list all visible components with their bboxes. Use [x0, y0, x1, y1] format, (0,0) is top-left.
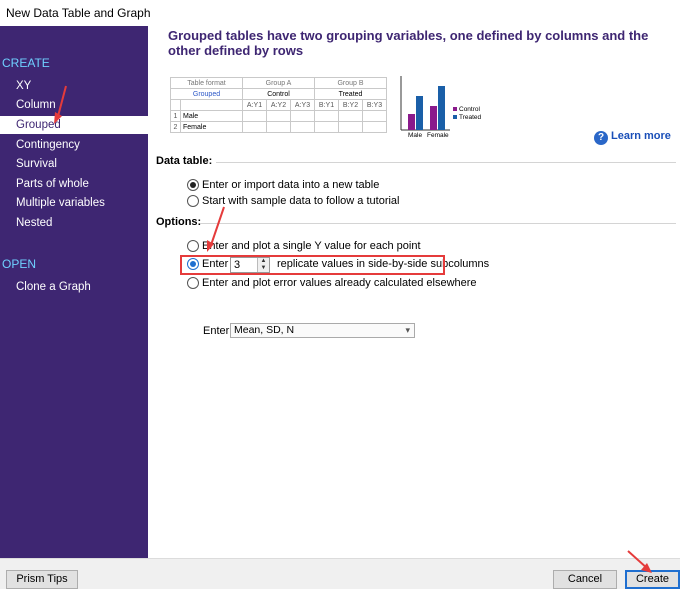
preview-group-a: Group A — [242, 77, 315, 89]
preview-table: Table format Group A Group B Grouped Con… — [170, 77, 387, 133]
sidebar-item-column[interactable]: Column — [0, 96, 148, 114]
options-label: Options: — [156, 216, 202, 228]
preview-row-num: 1 — [170, 110, 181, 122]
mini-chart: Control Treated Male Female — [400, 76, 482, 139]
legend-swatch-control — [453, 107, 457, 111]
title-bar: New Data Table and Graph — [0, 0, 680, 26]
preview-col: A:Y2 — [266, 99, 291, 111]
radio-error-values-dot[interactable] — [187, 277, 199, 289]
radio-single-y-dot[interactable] — [187, 240, 199, 252]
mini-x-label-female: Female — [427, 132, 449, 139]
preview-col: B:Y1 — [314, 99, 339, 111]
preview-group-b: Group B — [314, 77, 387, 89]
preview-col: B:Y2 — [338, 99, 363, 111]
main-panel: Grouped tables have two grouping variabl… — [148, 26, 680, 558]
preview-col: B:Y3 — [362, 99, 387, 111]
cancel-button[interactable]: Cancel — [553, 570, 617, 589]
mini-x-label-male: Male — [408, 132, 422, 139]
sidebar-item-clone-graph[interactable]: Clone a Graph — [0, 278, 148, 296]
learn-more-link[interactable]: Learn more — [611, 130, 671, 142]
create-button[interactable]: Create — [625, 570, 680, 589]
annotation-highlight-box — [180, 255, 445, 275]
preview-sub-b: Treated — [314, 88, 387, 100]
sidebar-item-parts-of-whole[interactable]: Parts of whole — [0, 175, 148, 193]
legend-treated: Treated — [459, 114, 482, 121]
chevron-down-icon: ▾ — [405, 325, 410, 335]
sidebar-item-nested[interactable]: Nested — [0, 214, 148, 232]
preview-col: A:Y3 — [290, 99, 315, 111]
page-title: Grouped tables have two grouping variabl… — [168, 28, 649, 58]
radio-sample-data-dot[interactable] — [187, 195, 199, 207]
enter-select-value: Mean, SD, N — [234, 324, 295, 336]
prism-tips-button[interactable]: Prism Tips — [6, 570, 78, 589]
legend-control: Control — [459, 106, 481, 113]
preview-row-label: Female — [180, 121, 243, 133]
enter-label: Enter: — [203, 325, 233, 337]
preview-sub-a: Control — [242, 88, 315, 100]
legend-swatch-treated — [453, 115, 457, 119]
enter-select[interactable]: Mean, SD, N ▾ — [230, 323, 415, 338]
radio-enter-import-dot[interactable] — [187, 179, 199, 191]
sidebar: CREATE XY Column Grouped Contingency Sur… — [0, 26, 148, 558]
mini-bar-male-control — [408, 114, 415, 130]
data-table-label: Data table: — [156, 155, 213, 167]
preview-format-label: Table format — [170, 77, 243, 89]
mini-bar-male-treated — [416, 96, 423, 130]
preview-row-num: 2 — [170, 121, 181, 133]
divider — [200, 223, 676, 224]
preview-row-label: Male — [180, 110, 243, 122]
divider — [216, 162, 676, 163]
sidebar-item-contingency[interactable]: Contingency — [0, 136, 148, 154]
sidebar-item-grouped[interactable]: Grouped — [0, 116, 148, 134]
footer-bar: Prism Tips Cancel Create — [0, 558, 680, 589]
preview-format-value: Grouped — [170, 88, 243, 100]
mini-bar-female-treated — [438, 86, 445, 130]
open-heading: OPEN — [2, 257, 37, 271]
mini-bar-female-control — [430, 106, 437, 130]
sidebar-item-survival[interactable]: Survival — [0, 155, 148, 173]
sidebar-item-xy[interactable]: XY — [0, 77, 148, 95]
preview-col: A:Y1 — [242, 99, 267, 111]
sidebar-item-multiple-variables[interactable]: Multiple variables — [0, 194, 148, 212]
help-icon[interactable]: ? — [594, 131, 608, 145]
create-heading: CREATE — [2, 56, 50, 70]
window-title: New Data Table and Graph — [6, 6, 151, 20]
